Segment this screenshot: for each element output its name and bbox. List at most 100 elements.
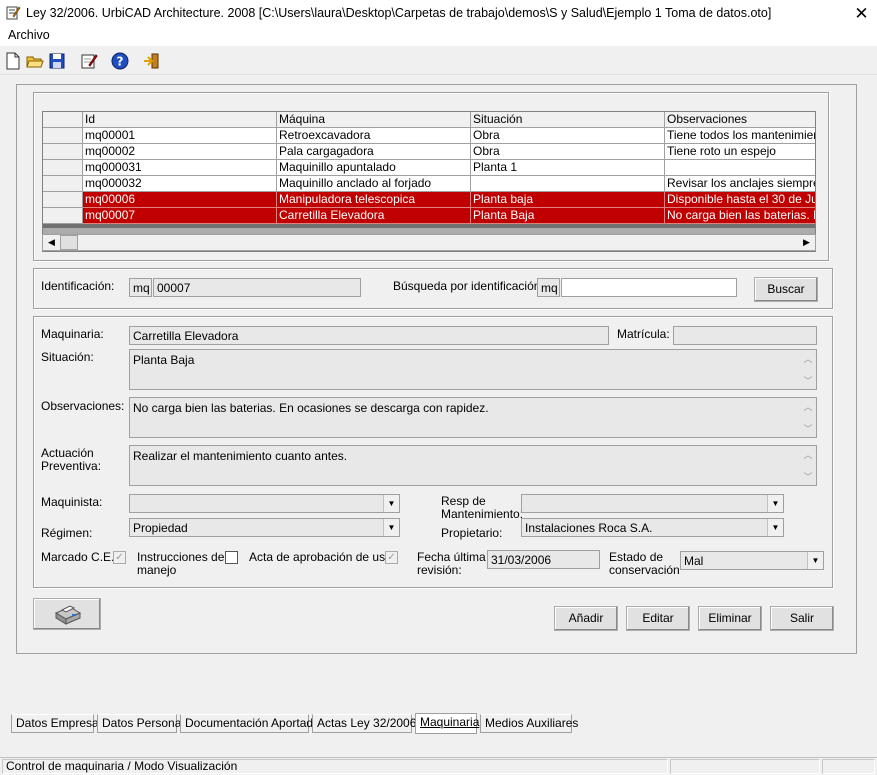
menu-archivo[interactable]: Archivo: [8, 28, 50, 42]
resp-mantenimiento-select[interactable]: ▼: [521, 494, 784, 513]
salir-button[interactable]: Salir: [770, 606, 834, 631]
observaciones-textarea[interactable]: No carga bien las baterias. En ocasiones…: [129, 397, 817, 438]
table-row[interactable]: mq00002 Pala cargagadora Obra Tiene roto un…: [43, 144, 815, 160]
cell-maquina[interactable]: Pala cargagadora: [277, 144, 471, 160]
table-row[interactable]: mq000032 Maquinillo anclado al forjado Rev…: [43, 176, 815, 192]
cell-maquina[interactable]: Carretilla Elevadora: [277, 208, 471, 224]
cell-id[interactable]: mq00007: [83, 208, 277, 224]
estado-value: Mal: [684, 554, 704, 568]
tab-datos-personal[interactable]: Datos Personal: [97, 714, 184, 733]
open-button[interactable]: [24, 50, 46, 72]
marcado-checkbox[interactable]: ✓: [113, 551, 126, 564]
eliminar-button[interactable]: Eliminar: [698, 606, 762, 631]
chevron-down-icon[interactable]: ▼: [767, 519, 783, 536]
editar-button[interactable]: Editar: [626, 606, 690, 631]
cell-situacion[interactable]: Obra: [471, 128, 665, 144]
row-indicator[interactable]: [43, 192, 83, 208]
cell-id[interactable]: mq00006: [83, 192, 277, 208]
row-indicator[interactable]: [43, 128, 83, 144]
busqueda-input[interactable]: [561, 278, 737, 297]
estado-label-2: conservación: [609, 563, 680, 577]
maquinaria-field[interactable]: Carretilla Elevadora: [129, 326, 609, 345]
instrucciones-checkbox[interactable]: [225, 551, 238, 564]
scroll-up-icon[interactable]: ︿: [802, 448, 814, 461]
machinery-grid[interactable]: Id Máquina Situación Observaciones mq000…: [42, 111, 816, 252]
tab-label: Actas Ley 32/2006: [317, 716, 417, 730]
tab-documentaci-n-aportada[interactable]: Documentación Aportada: [180, 714, 320, 733]
scroll-thumb[interactable]: [60, 235, 78, 250]
scroll-up-icon[interactable]: ︿: [802, 352, 814, 365]
cell-situacion[interactable]: Obra: [471, 144, 665, 160]
tab-actas-ley-32-2006[interactable]: Actas Ley 32/2006: [312, 714, 416, 733]
regimen-select[interactable]: Propiedad ▼: [129, 518, 400, 537]
row-indicator[interactable]: [43, 208, 83, 224]
busqueda-label: Búsqueda por identificación:: [393, 279, 544, 293]
row-indicator[interactable]: [43, 144, 83, 160]
buscar-button[interactable]: Buscar: [754, 277, 818, 302]
cell-situacion[interactable]: [471, 176, 665, 192]
cell-situacion[interactable]: Planta baja: [471, 192, 665, 208]
scroll-up-icon[interactable]: ︿: [802, 400, 814, 413]
cell-maquina[interactable]: Manipuladora telescopica: [277, 192, 471, 208]
table-row[interactable]: mq00001 Retroexcavadora Obra Tiene todos lo…: [43, 128, 815, 144]
matricula-field[interactable]: [673, 326, 817, 345]
cell-maquina[interactable]: Maquinillo anclado al forjado: [277, 176, 471, 192]
row-indicator[interactable]: [43, 160, 83, 176]
cell-maquina[interactable]: Retroexcavadora: [277, 128, 471, 144]
regimen-label: Régimen:: [41, 526, 93, 540]
cell-situacion[interactable]: Planta Baja: [471, 208, 665, 224]
cell-observaciones[interactable]: [665, 160, 815, 176]
scroll-down-icon[interactable]: ﹀: [802, 374, 814, 387]
identificacion-field[interactable]: 00007: [153, 278, 361, 297]
exit-button[interactable]: [141, 50, 163, 72]
menu-bar: [0, 27, 877, 46]
tab-maquinaria[interactable]: Maquinaria: [415, 713, 479, 734]
close-button[interactable]: ✕: [846, 0, 877, 27]
cell-observaciones[interactable]: Tiene roto un espejo: [665, 144, 815, 160]
save-button[interactable]: [46, 50, 68, 72]
table-row[interactable]: mq00006 Manipuladora telescopica Planta ba…: [43, 192, 815, 208]
print-button[interactable]: [33, 598, 101, 630]
row-indicator[interactable]: [43, 176, 83, 192]
scroll-down-icon[interactable]: ﹀: [802, 422, 814, 435]
help-button[interactable]: ?: [109, 50, 131, 72]
estado-conservacion-select[interactable]: Mal ▼: [680, 551, 824, 570]
cell-situacion[interactable]: Planta 1: [471, 160, 665, 176]
cell-observaciones[interactable]: Tiene todos los mantenimientos: [665, 128, 815, 144]
tab-datos-empresa[interactable]: Datos Empresa: [11, 714, 99, 733]
situacion-textarea[interactable]: Planta Baja ︿ ﹀: [129, 349, 817, 390]
maquinista-select[interactable]: ▼: [129, 494, 400, 513]
chevron-down-icon[interactable]: ▼: [383, 495, 399, 512]
propietario-select[interactable]: Instalaciones Roca S.A. ▼: [521, 518, 784, 537]
table-row[interactable]: mq00007 Carretilla Elevadora Planta Baja No…: [43, 208, 815, 224]
column-header-maquina[interactable]: Máquina: [277, 112, 471, 128]
scroll-down-icon[interactable]: ﹀: [802, 470, 814, 483]
cell-observaciones[interactable]: Revisar los anclajes siempre an: [665, 176, 815, 192]
grid-indicator-header: [43, 112, 83, 128]
edit-button[interactable]: [78, 50, 100, 72]
column-header-situacion[interactable]: Situación: [471, 112, 665, 128]
new-document-button[interactable]: [2, 50, 24, 72]
cell-maquina[interactable]: Maquinillo apuntalado: [277, 160, 471, 176]
cell-observaciones[interactable]: Disponible hasta el 30 de Junio: [665, 192, 815, 208]
cell-id[interactable]: mq00002: [83, 144, 277, 160]
help-icon: ?: [111, 52, 129, 70]
tab-medios-auxiliares[interactable]: Medios Auxiliares: [480, 714, 578, 733]
cell-id[interactable]: mq00001: [83, 128, 277, 144]
fecha-revision-field[interactable]: 31/03/2006: [487, 550, 600, 569]
cell-id[interactable]: mq000031: [83, 160, 277, 176]
table-row[interactable]: mq000031 Maquinillo apuntalado Planta 1: [43, 160, 815, 176]
grid-horizontal-scrollbar[interactable]: ◀ ▶: [42, 234, 816, 251]
cell-id[interactable]: mq000032: [83, 176, 277, 192]
chevron-down-icon[interactable]: ▼: [767, 495, 783, 512]
chevron-down-icon[interactable]: ▼: [383, 519, 399, 536]
scroll-right-icon[interactable]: ▶: [798, 235, 815, 250]
scroll-left-icon[interactable]: ◀: [43, 235, 60, 250]
column-header-id[interactable]: Id: [83, 112, 277, 128]
chevron-down-icon[interactable]: ▼: [807, 552, 823, 569]
anadir-button[interactable]: Añadir: [554, 606, 618, 631]
acta-checkbox[interactable]: ✓: [385, 551, 398, 564]
cell-observaciones[interactable]: No carga bien las baterias. En o: [665, 208, 815, 224]
column-header-observaciones[interactable]: Observaciones: [665, 112, 815, 128]
actuacion-textarea[interactable]: Realizar el mantenimiento cuanto antes. …: [129, 445, 817, 486]
